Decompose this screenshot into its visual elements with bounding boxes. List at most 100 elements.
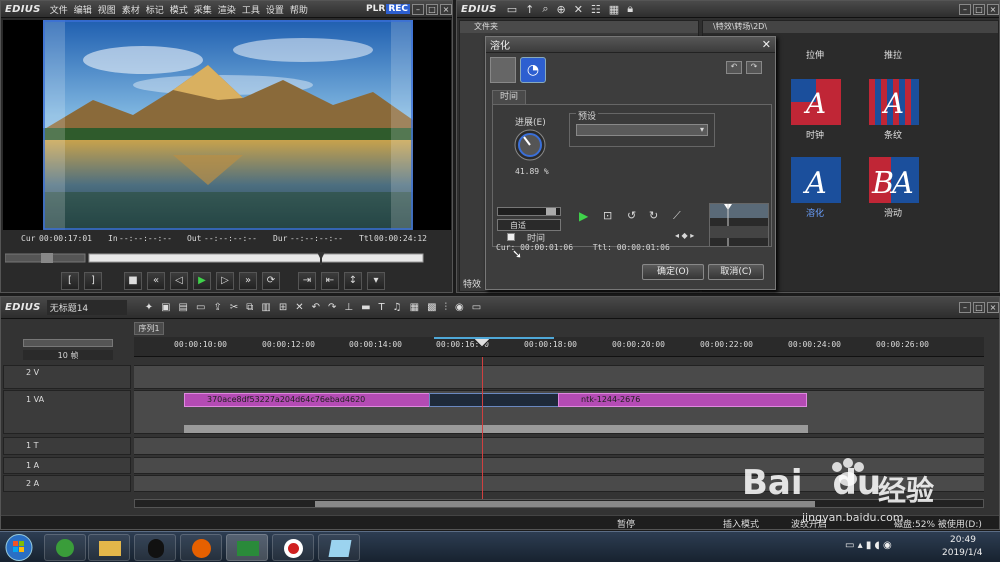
- timeline-close-button[interactable]: ×: [987, 302, 999, 313]
- timeline-minimize-button[interactable]: –: [959, 302, 971, 313]
- track-body-2v[interactable]: [134, 365, 984, 389]
- insert-icon[interactable]: ⇥: [298, 272, 316, 290]
- add-clip-icon[interactable]: ⊕: [552, 3, 569, 16]
- timing-icon[interactable]: ◔: [520, 57, 546, 83]
- dialog-prev-icon[interactable]: ↺: [627, 209, 636, 222]
- step-forward-icon[interactable]: ▷: [216, 272, 234, 290]
- cut-icon[interactable]: ✂: [226, 302, 242, 313]
- track-head-1t[interactable]: 1 T: [3, 437, 131, 455]
- export-icon[interactable]: ⇪: [209, 302, 225, 313]
- paste-icon[interactable]: ▥: [257, 302, 274, 313]
- speed-slider[interactable]: [497, 207, 561, 216]
- menu-file[interactable]: 文件: [47, 3, 71, 16]
- taskbar-window[interactable]: [318, 534, 360, 561]
- menu-marker[interactable]: 标记: [143, 3, 167, 16]
- menu-clip[interactable]: 素材: [119, 3, 143, 16]
- open-icon[interactable]: ▭: [192, 302, 209, 313]
- up-folder-icon[interactable]: ↑: [521, 3, 538, 16]
- rec-toggle[interactable]: REC: [386, 4, 410, 14]
- properties-icon[interactable]: ☷: [587, 3, 605, 16]
- save-icon[interactable]: ▣: [157, 302, 174, 313]
- minimize-button[interactable]: –: [412, 3, 424, 15]
- mixer-icon[interactable]: ⫶: [441, 302, 452, 313]
- track-head-1a[interactable]: 1 A: [3, 457, 131, 474]
- time-checkbox[interactable]: [507, 233, 515, 241]
- new-seq-icon[interactable]: ▤: [175, 302, 192, 313]
- bin-maximize-button[interactable]: □: [973, 3, 985, 15]
- clock-time[interactable]: 20:49: [950, 535, 976, 545]
- view-icon[interactable]: ▦: [605, 3, 623, 16]
- track-head-2v[interactable]: 2 V: [3, 365, 131, 389]
- fast-forward-icon[interactable]: »: [239, 272, 257, 290]
- menu-render[interactable]: 渲染: [215, 3, 239, 16]
- timeline-ruler[interactable]: 00:00:10:00 00:00:12:00 00:00:14:00 00:0…: [134, 337, 984, 357]
- magic-icon[interactable]: ✦: [141, 302, 157, 313]
- taskbar-explorer[interactable]: [88, 534, 130, 561]
- folder-icon[interactable]: ▭: [503, 3, 521, 16]
- set-out-button[interactable]: ]: [84, 272, 102, 290]
- replace-icon[interactable]: ⊞: [275, 302, 291, 313]
- clip-video-2[interactable]: ntk-1244-2676: [558, 393, 807, 407]
- taskbar-firefox[interactable]: [180, 534, 222, 561]
- undo-tl-icon[interactable]: ↶: [308, 302, 324, 313]
- progress-knob[interactable]: [513, 128, 547, 162]
- clip-video-1[interactable]: 370ace8df53227a204d64c76ebad4620: [184, 393, 430, 407]
- bin-minimize-button[interactable]: –: [959, 3, 971, 15]
- taskbar-qq[interactable]: [134, 534, 176, 561]
- delete-clip-icon[interactable]: ✕: [291, 302, 307, 313]
- title-icon[interactable]: T: [375, 302, 389, 313]
- rewind-icon[interactable]: «: [147, 272, 165, 290]
- dialog-loop-icon[interactable]: ⊡: [603, 209, 612, 222]
- effects-side-label[interactable]: 特效: [463, 277, 481, 290]
- menu-help[interactable]: 帮助: [287, 3, 311, 16]
- render-icon[interactable]: ▦: [406, 302, 423, 313]
- maximize-button[interactable]: □: [426, 3, 438, 15]
- track-body-1t[interactable]: [134, 437, 984, 455]
- match-frame-icon[interactable]: ↕: [344, 272, 362, 290]
- dialog-graph-icon[interactable]: ⟋: [673, 209, 681, 223]
- bin-close-button[interactable]: ×: [987, 3, 999, 15]
- menu-view[interactable]: 视图: [95, 3, 119, 16]
- dialog-close-icon[interactable]: ✕: [762, 38, 775, 51]
- taskbar-refresh-app[interactable]: [44, 534, 86, 561]
- stop-icon[interactable]: ■: [124, 272, 142, 290]
- marker-icon[interactable]: ▬: [357, 302, 374, 313]
- sequence-tab[interactable]: 序列1: [134, 322, 164, 335]
- delete-icon[interactable]: ✕: [570, 3, 587, 16]
- menu-capture[interactable]: 采集: [191, 3, 215, 16]
- speed-dropdown[interactable]: 自适: [497, 219, 561, 231]
- cancel-button[interactable]: 取消(C): [708, 264, 764, 280]
- menu-edit[interactable]: 编辑: [71, 3, 95, 16]
- plr-toggle[interactable]: PLR: [365, 4, 386, 14]
- undo-icon[interactable]: ↶: [726, 61, 742, 74]
- timeline-maximize-button[interactable]: □: [973, 302, 985, 313]
- window-icon[interactable]: ▭: [468, 302, 485, 313]
- split-icon[interactable]: ⊥: [340, 302, 357, 313]
- effect-slide-tile[interactable]: BA: [869, 157, 919, 209]
- taskbar-edius[interactable]: [226, 534, 268, 561]
- dialog-play-icon[interactable]: ▶: [579, 209, 588, 223]
- redo-icon[interactable]: ↷: [746, 61, 762, 74]
- zoom-slider[interactable]: [23, 339, 113, 347]
- lock-icon[interactable]: 🔒︎: [623, 2, 637, 16]
- taskbar-recorder[interactable]: [272, 534, 314, 561]
- player-scrub-bar[interactable]: [5, 250, 448, 266]
- redo-tl-icon[interactable]: ↷: [324, 302, 340, 313]
- set-in-button[interactable]: [: [61, 272, 79, 290]
- preset-dropdown[interactable]: ▾: [576, 124, 708, 136]
- effect-clock-tile[interactable]: A: [791, 79, 841, 131]
- track-head-1va[interactable]: 1 VA: [3, 390, 131, 434]
- clip-transition[interactable]: [429, 393, 559, 407]
- output-icon[interactable]: ▾: [367, 272, 385, 290]
- effect-stripe-tile[interactable]: A: [869, 79, 919, 131]
- keyframe-nav-icons[interactable]: ◂ ◆ ▸: [675, 231, 694, 240]
- copy-icon[interactable]: ⧉: [242, 302, 257, 313]
- effect-dissolve-tile[interactable]: A: [791, 157, 841, 209]
- track-head-2a[interactable]: 2 A: [3, 475, 131, 492]
- dialog-mini-timeline[interactable]: [709, 203, 769, 247]
- clock-date[interactable]: 2019/1/4: [942, 548, 982, 558]
- step-back-icon[interactable]: ◁: [170, 272, 188, 290]
- grid-icon[interactable]: ▩: [423, 302, 440, 313]
- dialog-next-icon[interactable]: ↻: [649, 209, 658, 222]
- start-button[interactable]: [4, 533, 34, 562]
